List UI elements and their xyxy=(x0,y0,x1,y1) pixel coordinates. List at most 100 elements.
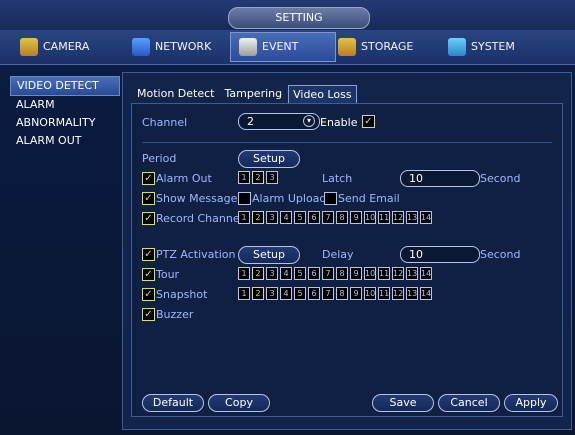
show-message-checkbox[interactable]: ✓ xyxy=(142,192,155,205)
event-icon xyxy=(239,38,257,56)
ptz-setup-button[interactable]: Setup xyxy=(238,246,300,264)
subtab-video-loss[interactable]: Video Loss xyxy=(288,85,357,103)
snap-ch-7[interactable]: 7 xyxy=(322,287,334,300)
snap-ch-10[interactable]: 10 xyxy=(364,287,376,300)
tab-network[interactable]: NETWORK xyxy=(132,32,211,62)
dvr-settings-screen: SETTING CAMERA NETWORK EVENT STORAGE SYS… xyxy=(0,0,575,435)
snap-ch-1[interactable]: 1 xyxy=(238,287,250,300)
menu-item-abnormality[interactable]: ABNORMALITY xyxy=(10,114,120,132)
period-setup-button[interactable]: Setup xyxy=(238,150,300,168)
buzzer-checkbox[interactable]: ✓ xyxy=(142,308,155,321)
apply-button[interactable]: Apply xyxy=(504,394,558,412)
buzzer-label: Buzzer xyxy=(156,308,194,321)
snap-ch-6[interactable]: 6 xyxy=(308,287,320,300)
latch-label: Latch xyxy=(322,172,353,185)
latch-input[interactable]: 10 xyxy=(400,170,480,187)
tour-ch-1[interactable]: 1 xyxy=(238,267,250,280)
tour-ch-8[interactable]: 8 xyxy=(336,267,348,280)
send-email-checkbox[interactable]: ✓ xyxy=(324,192,337,205)
ptz-activation-label: PTZ Activation xyxy=(156,248,236,261)
storage-icon xyxy=(338,38,356,56)
snapshot-channel-selector[interactable]: 1 2 3 4 5 6 7 8 9 10 11 12 13 14 xyxy=(238,287,432,300)
copy-button[interactable]: Copy xyxy=(208,394,270,412)
snap-ch-11[interactable]: 11 xyxy=(378,287,390,300)
network-icon xyxy=(132,38,150,56)
rec-ch-4[interactable]: 4 xyxy=(280,211,292,224)
divider xyxy=(142,142,552,143)
tour-ch-14[interactable]: 14 xyxy=(420,267,432,280)
tab-camera[interactable]: CAMERA xyxy=(20,32,89,62)
tour-ch-2[interactable]: 2 xyxy=(252,267,264,280)
cancel-button[interactable]: Cancel xyxy=(438,394,500,412)
save-button[interactable]: Save xyxy=(372,394,434,412)
alarm-out-1[interactable]: 1 xyxy=(238,171,250,184)
alarm-out-checkbox[interactable]: ✓ xyxy=(142,172,155,185)
channel-select[interactable]: 2 ▾ xyxy=(238,113,320,130)
ptz-activation-checkbox[interactable]: ✓ xyxy=(142,248,155,261)
snap-ch-3[interactable]: 3 xyxy=(266,287,278,300)
alarm-upload-checkbox[interactable]: ✓ xyxy=(238,192,251,205)
snap-ch-4[interactable]: 4 xyxy=(280,287,292,300)
tab-storage-label: STORAGE xyxy=(361,40,414,53)
tour-ch-7[interactable]: 7 xyxy=(322,267,334,280)
record-channel-label: Record Channel xyxy=(156,212,243,225)
rec-ch-12[interactable]: 12 xyxy=(392,211,404,224)
tab-event[interactable]: EVENT xyxy=(230,32,336,62)
tour-ch-13[interactable]: 13 xyxy=(406,267,418,280)
rec-ch-3[interactable]: 3 xyxy=(266,211,278,224)
snap-ch-12[interactable]: 12 xyxy=(392,287,404,300)
rec-ch-10[interactable]: 10 xyxy=(364,211,376,224)
rec-ch-5[interactable]: 5 xyxy=(294,211,306,224)
rec-ch-9[interactable]: 9 xyxy=(350,211,362,224)
record-channel-selector[interactable]: 1 2 3 4 5 6 7 8 9 10 11 12 13 14 xyxy=(238,211,432,224)
rec-ch-2[interactable]: 2 xyxy=(252,211,264,224)
alarm-out-2[interactable]: 2 xyxy=(252,171,264,184)
menu-item-alarm-out[interactable]: ALARM OUT xyxy=(10,132,120,150)
rec-ch-6[interactable]: 6 xyxy=(308,211,320,224)
tour-ch-12[interactable]: 12 xyxy=(392,267,404,280)
rec-ch-7[interactable]: 7 xyxy=(322,211,334,224)
record-channel-checkbox[interactable]: ✓ xyxy=(142,212,155,225)
menu-item-alarm[interactable]: ALARM xyxy=(10,96,120,114)
tour-checkbox[interactable]: ✓ xyxy=(142,268,155,281)
enable-checkbox[interactable]: ✓ xyxy=(362,115,375,128)
tour-ch-3[interactable]: 3 xyxy=(266,267,278,280)
rec-ch-8[interactable]: 8 xyxy=(336,211,348,224)
snap-ch-14[interactable]: 14 xyxy=(420,287,432,300)
snap-ch-8[interactable]: 8 xyxy=(336,287,348,300)
snap-ch-2[interactable]: 2 xyxy=(252,287,264,300)
alarm-upload-label: Alarm Upload xyxy=(252,192,327,205)
tour-ch-9[interactable]: 9 xyxy=(350,267,362,280)
main-tabs: CAMERA NETWORK EVENT STORAGE SYSTEM xyxy=(0,30,575,65)
tour-ch-5[interactable]: 5 xyxy=(294,267,306,280)
tour-ch-11[interactable]: 11 xyxy=(378,267,390,280)
tour-ch-6[interactable]: 6 xyxy=(308,267,320,280)
snap-ch-13[interactable]: 13 xyxy=(406,287,418,300)
alarm-out-label: Alarm Out xyxy=(156,172,212,185)
rec-ch-11[interactable]: 11 xyxy=(378,211,390,224)
tour-ch-10[interactable]: 10 xyxy=(364,267,376,280)
alarm-out-selector[interactable]: 1 2 3 xyxy=(238,171,278,184)
delay-input[interactable]: 10 xyxy=(400,246,480,263)
channel-value: 2 xyxy=(247,115,254,128)
subtab-motion-detect[interactable]: Motion Detect xyxy=(133,85,218,103)
snapshot-label: Snapshot xyxy=(156,288,208,301)
menu-item-video-detect[interactable]: VIDEO DETECT xyxy=(10,76,120,96)
subtab-tampering[interactable]: Tampering xyxy=(220,85,286,103)
tab-storage[interactable]: STORAGE xyxy=(338,32,413,62)
snap-ch-9[interactable]: 9 xyxy=(350,287,362,300)
tour-ch-4[interactable]: 4 xyxy=(280,267,292,280)
sub-tabs: Motion Detect Tampering Video Loss xyxy=(133,85,359,103)
rec-ch-14[interactable]: 14 xyxy=(420,211,432,224)
tab-camera-label: CAMERA xyxy=(43,40,90,53)
rec-ch-1[interactable]: 1 xyxy=(238,211,250,224)
settings-panel: Motion Detect Tampering Video Loss Chann… xyxy=(122,72,572,430)
rec-ch-13[interactable]: 13 xyxy=(406,211,418,224)
delay-label: Delay xyxy=(322,248,354,261)
snapshot-checkbox[interactable]: ✓ xyxy=(142,288,155,301)
snap-ch-5[interactable]: 5 xyxy=(294,287,306,300)
default-button[interactable]: Default xyxy=(142,394,204,412)
tour-channel-selector[interactable]: 1 2 3 4 5 6 7 8 9 10 11 12 13 14 xyxy=(238,267,432,280)
alarm-out-3[interactable]: 3 xyxy=(266,171,278,184)
tab-system[interactable]: SYSTEM xyxy=(448,32,515,62)
